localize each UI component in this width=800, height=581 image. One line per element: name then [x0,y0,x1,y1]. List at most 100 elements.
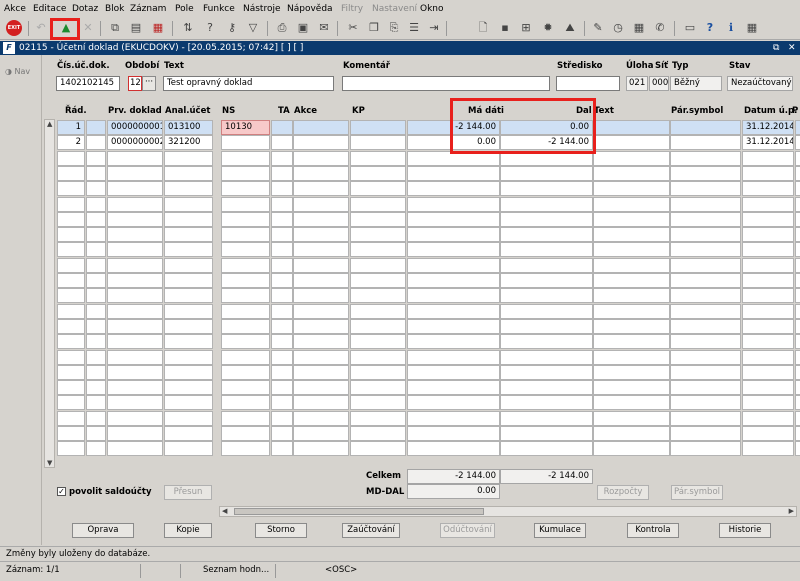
cell-kp[interactable] [350,150,406,166]
cell-p[interactable] [795,395,800,411]
cell-kp[interactable] [350,303,406,319]
cell-p[interactable] [795,303,800,319]
cell-prv-doklad[interactable] [107,288,163,304]
record-new-icon[interactable]: ⧉ [107,20,123,36]
cell-p[interactable] [795,135,800,151]
menu-dotaz[interactable]: Dotaz [72,4,98,14]
execute-query-icon[interactable]: ? [202,20,218,36]
cell-rad[interactable] [57,211,85,227]
cell-kp[interactable] [350,120,406,135]
cell-ns[interactable] [221,211,270,227]
cell-datum[interactable] [742,318,794,334]
cell-datum[interactable] [742,334,794,350]
cell-par-symbol[interactable] [670,334,741,350]
cell-kp[interactable] [350,380,406,396]
cell-text[interactable] [593,196,670,212]
cell-text[interactable] [593,211,670,227]
cell-flag[interactable] [86,364,106,380]
cell-rad[interactable] [57,303,85,319]
cell-par-symbol[interactable] [670,257,741,273]
cell-datum[interactable] [742,410,794,426]
cell-ma-dati[interactable] [407,441,500,457]
key-icon[interactable]: ⚷ [224,20,240,36]
cell-ta[interactable] [271,120,293,135]
cell-rad[interactable] [57,395,85,411]
cell-ta[interactable] [271,211,293,227]
cell-datum[interactable]: 31.12.2014 [742,135,794,151]
menu-okno[interactable]: Okno [420,4,444,14]
calculator-icon[interactable]: ⊞ [518,20,534,36]
cell-ta[interactable] [271,410,293,426]
cell-ta[interactable] [271,380,293,396]
cell-par-symbol[interactable] [670,165,741,181]
cell-par-symbol[interactable] [670,150,741,166]
cell-ta[interactable] [271,334,293,350]
cell-anal-ucet[interactable] [164,395,213,411]
mountain-icon[interactable]: ⛰ [562,20,578,36]
cell-ns[interactable] [221,349,270,365]
cell-kp[interactable] [350,364,406,380]
cell-ma-dati[interactable] [407,227,500,243]
cell-par-symbol[interactable] [670,318,741,334]
cell-ma-dati[interactable] [407,196,500,212]
cell-ns[interactable] [221,380,270,396]
cell-ns[interactable] [221,364,270,380]
cell-ta[interactable] [271,227,293,243]
cell-ma-dati[interactable] [407,395,500,411]
cell-flag[interactable] [86,242,106,258]
notes-icon[interactable]: ✎ [590,20,606,36]
sort-icon[interactable]: ⇅ [180,20,196,36]
cell-p[interactable] [795,257,800,273]
cell-ns[interactable] [221,165,270,181]
record-delete-icon[interactable]: ▦ [150,20,166,36]
cell-akce[interactable] [293,364,349,380]
cell-par-symbol[interactable] [670,395,741,411]
cell-rad[interactable] [57,410,85,426]
menu-pole[interactable]: Pole [175,4,194,14]
cell-text[interactable] [593,334,670,350]
floppy-icon[interactable]: ▪ [497,20,513,36]
cell-datum[interactable] [742,303,794,319]
cell-akce[interactable] [293,288,349,304]
cell-ta[interactable] [271,273,293,288]
cell-flag[interactable] [86,318,106,334]
obdobi-field[interactable]: 12 [128,76,142,91]
cell-prv-doklad[interactable] [107,181,163,197]
cell-text[interactable] [593,441,670,457]
cell-ns[interactable] [221,196,270,212]
cell-ta[interactable] [271,349,293,365]
cell-ta[interactable] [271,441,293,457]
record-copy-icon[interactable]: ▤ [128,20,144,36]
oprava-button[interactable]: Oprava [72,523,134,538]
cell-datum[interactable] [742,441,794,457]
cell-kp[interactable] [350,441,406,457]
cell-par-symbol[interactable] [670,273,741,288]
cell-akce[interactable] [293,334,349,350]
cell-p[interactable] [795,196,800,212]
cell-datum[interactable] [742,426,794,441]
cell-dal[interactable] [500,364,593,380]
cell-akce[interactable] [293,242,349,258]
cell-text[interactable] [593,410,670,426]
cell-rad[interactable] [57,318,85,334]
cell-anal-ucet[interactable] [164,211,213,227]
cell-ma-dati[interactable] [407,426,500,441]
cell-anal-ucet[interactable] [164,288,213,304]
cell-datum[interactable] [742,150,794,166]
cell-dal[interactable] [500,303,593,319]
cell-par-symbol[interactable] [670,426,741,441]
kumulace-button[interactable]: Kumulace [534,523,586,538]
cell-text[interactable] [593,395,670,411]
cell-kp[interactable] [350,196,406,212]
cell-ta[interactable] [271,303,293,319]
cell-anal-ucet[interactable] [164,150,213,166]
cell-prv-doklad[interactable] [107,395,163,411]
cell-dal[interactable] [500,410,593,426]
cell-flag[interactable] [86,165,106,181]
cell-akce[interactable] [293,150,349,166]
help-icon[interactable]: ? [702,20,718,36]
kopie-button[interactable]: Kopie [164,523,212,538]
cell-prv-doklad[interactable]: 0000000002 [107,135,163,151]
cell-text[interactable] [593,426,670,441]
menu-nastroje[interactable]: Nástroje [243,4,281,14]
